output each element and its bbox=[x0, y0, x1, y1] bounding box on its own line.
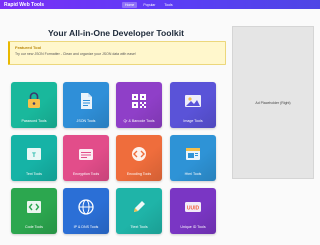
tile-label: Text Tools bbox=[26, 172, 42, 176]
code-icon bbox=[132, 147, 146, 161]
tile-encoding-tools[interactable]: Encoding Tools bbox=[116, 135, 162, 181]
tile-label: Ttext Tools bbox=[130, 225, 148, 229]
encryption-icon bbox=[79, 149, 93, 160]
svg-text:T: T bbox=[32, 153, 36, 159]
tile-label: JSON Tools bbox=[76, 119, 96, 123]
nav-popular[interactable]: Popular bbox=[140, 2, 158, 8]
tile-qr-barcode-tools[interactable]: Qr & Barcode Tools bbox=[116, 82, 162, 128]
tile-label: Encryption Tools bbox=[72, 172, 100, 176]
tile-label: Unique ID Tools bbox=[180, 225, 206, 229]
tile-encryption-tools[interactable]: Encryption Tools bbox=[63, 135, 109, 181]
image-icon bbox=[185, 95, 201, 107]
tile-label: Code Tools bbox=[25, 225, 43, 229]
svg-text:UUID: UUID bbox=[187, 206, 200, 212]
featured-title: Featured Tool bbox=[15, 45, 42, 50]
tile-label: IP & DNS Tools bbox=[73, 225, 99, 229]
document-icon bbox=[81, 93, 92, 109]
tile-label: Qr & Barcode Tools bbox=[123, 119, 155, 123]
featured-tool-banner[interactable]: Featured Tool Try our new JSON Formatter… bbox=[8, 41, 226, 65]
tile-password-tools[interactable]: Password Tools bbox=[11, 82, 57, 128]
html-icon bbox=[186, 148, 200, 160]
lock-icon bbox=[28, 92, 40, 108]
tile-label: Html Tools bbox=[184, 172, 202, 176]
tile-label: Image Tools bbox=[183, 119, 203, 123]
page-headline: Your All-in-One Developer Toolkit bbox=[48, 28, 184, 38]
tile-label: Encoding Tools bbox=[126, 172, 152, 176]
tile-unique-id-tools[interactable]: UUID Unique ID Tools bbox=[170, 188, 216, 234]
nav-home[interactable]: Home bbox=[122, 1, 138, 8]
qr-code-icon bbox=[132, 94, 146, 108]
nav-tools[interactable]: Tools bbox=[161, 2, 175, 8]
tile-ttext-tools[interactable]: Ttext Tools bbox=[116, 188, 162, 234]
brand-logo[interactable]: Rapid Web Tools bbox=[4, 2, 44, 8]
featured-text: Try our new JSON Formatter - Clean and o… bbox=[15, 52, 136, 56]
id-icon: UUID bbox=[185, 202, 201, 212]
text-icon: T bbox=[27, 148, 41, 160]
tile-ip-dns-tools[interactable]: IP & DNS Tools bbox=[63, 188, 109, 234]
network-icon bbox=[78, 199, 94, 215]
main-nav: Home Popular Tools bbox=[122, 0, 176, 9]
tile-label: Password Tools bbox=[21, 119, 47, 123]
top-navbar: Rapid Web Tools Home Popular Tools bbox=[0, 0, 320, 9]
ad-label: Ad Placeholder (Right) bbox=[255, 100, 291, 105]
tile-json-tools[interactable]: JSON Tools bbox=[63, 82, 109, 128]
tile-image-tools[interactable]: Image Tools bbox=[170, 82, 216, 128]
pen-icon bbox=[134, 201, 145, 212]
code-brackets-icon bbox=[27, 201, 41, 213]
tile-html-tools[interactable]: Html Tools bbox=[170, 135, 216, 181]
ad-placeholder-right: Ad Placeholder (Right) bbox=[232, 26, 314, 179]
tile-text-tools[interactable]: T Text Tools bbox=[11, 135, 57, 181]
tile-code-tools[interactable]: Code Tools bbox=[11, 188, 57, 234]
